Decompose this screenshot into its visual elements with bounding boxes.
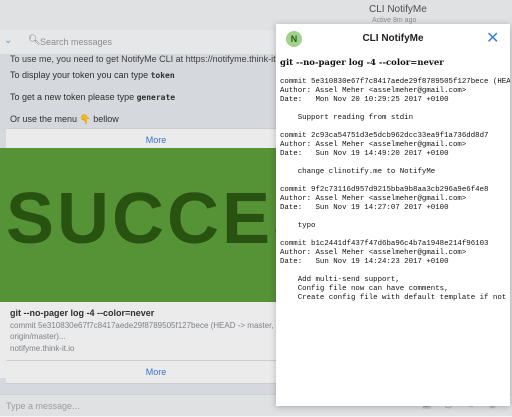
command-title: git --no-pager log -4 --color=never (280, 58, 444, 68)
modal-header: N CLI NotifyMe ✕ (276, 24, 510, 54)
modal-title: CLI NotifyMe (362, 33, 424, 44)
output-modal: N CLI NotifyMe ✕ git --no-pager log -4 -… (276, 24, 510, 406)
close-icon[interactable]: ✕ (486, 28, 499, 48)
command-output: commit 5e310830e67f7c8417aede29f8789505f… (280, 78, 510, 302)
modal-body: git --no-pager log -4 --color=never comm… (280, 58, 510, 406)
